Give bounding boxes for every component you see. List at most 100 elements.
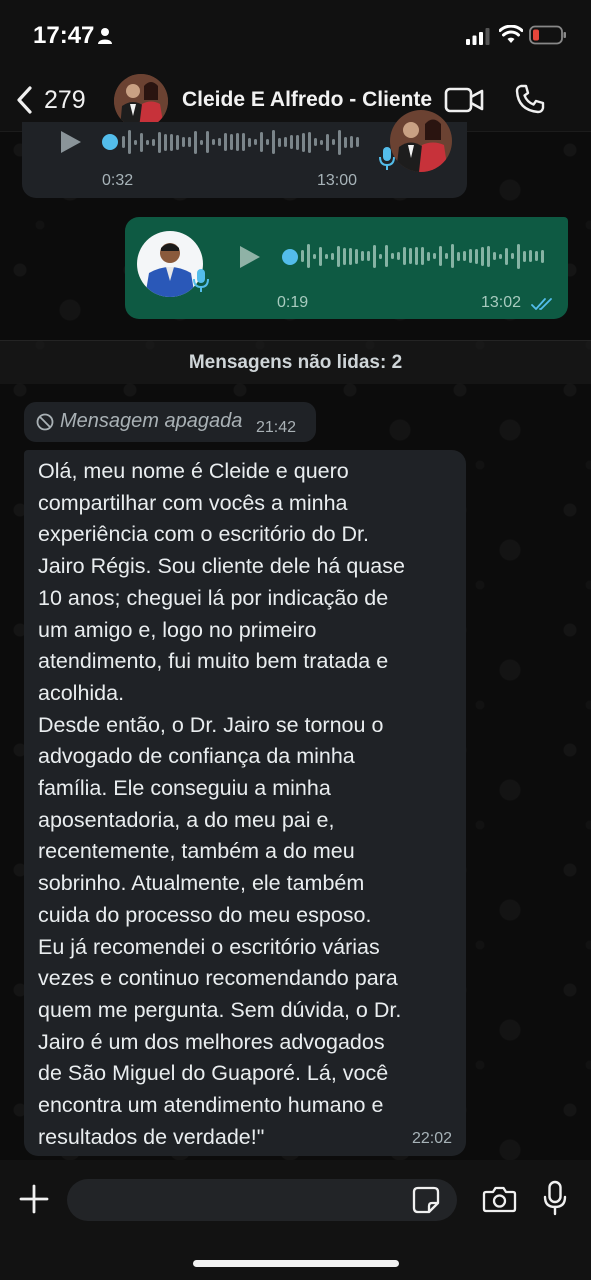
waveform-bar (230, 134, 233, 150)
unread-chats-count: 279 (44, 85, 86, 114)
waveform-bar (505, 247, 508, 265)
waveform-bar (290, 135, 293, 149)
outgoing-audio-message[interactable]: 0:19 13:02 (125, 217, 568, 319)
waveform-bar (541, 249, 544, 263)
waveform-bar (421, 247, 424, 265)
status-time: 17:47 (33, 22, 95, 49)
waveform-bar (463, 251, 466, 261)
home-indicator[interactable] (193, 1260, 399, 1267)
sender-avatar-photo (390, 110, 452, 172)
waveform-bar (343, 247, 346, 265)
waveform-bar (319, 246, 322, 266)
waveform-bar (517, 243, 520, 269)
sender-avatar (390, 110, 452, 172)
waveform-bar (409, 248, 412, 264)
waveform-bar (260, 132, 263, 152)
status-bar: 17:47 (0, 0, 591, 70)
incoming-audio-message[interactable]: 0:32 13:00 (22, 110, 467, 198)
message-input[interactable] (83, 1179, 403, 1221)
waveform-bar (403, 247, 406, 265)
message-time: 13:00 (317, 172, 358, 189)
waveform-bar (367, 251, 370, 261)
audio-waveform (122, 127, 362, 157)
waveform-bar (272, 130, 275, 154)
waveform-bar (200, 139, 203, 145)
waveform-bar (481, 246, 484, 266)
deleted-icon (36, 413, 54, 431)
contact-name[interactable]: Cleide E Alfredo - Cliente (182, 88, 432, 112)
waveform-bar (158, 131, 161, 153)
waveform-bar (122, 136, 125, 148)
waveform-bar (523, 250, 526, 262)
waveform-bar (439, 246, 442, 266)
waveform-bar (475, 248, 478, 264)
audio-duration: 0:32 (102, 172, 134, 189)
audio-waveform (301, 241, 546, 271)
waveform-bar (301, 250, 304, 262)
waveform-bar (427, 251, 430, 261)
battery-icon (529, 25, 566, 45)
message-time: 22:02 (411, 1130, 452, 1147)
unread-messages-label: Mensagens não lidas: 2 (188, 352, 403, 373)
waveform-bar (325, 253, 328, 259)
back-button[interactable]: 279 (14, 80, 86, 120)
waveform-bar (385, 245, 388, 267)
unread-messages-divider: Mensagens não lidas: 2 (0, 340, 591, 384)
waveform-bar (296, 134, 299, 150)
read-ticks-icon (531, 298, 552, 310)
deleted-message[interactable]: Mensagem apagada 21:42 (24, 402, 316, 442)
message-time: 21:42 (256, 419, 297, 436)
audio-progress-dot[interactable] (282, 249, 298, 265)
waveform-bar (236, 133, 239, 151)
waveform-bar (218, 138, 221, 146)
waveform-bar (152, 138, 155, 146)
waveform-bar (128, 130, 131, 154)
waveform-bar (535, 251, 538, 261)
play-icon[interactable] (236, 244, 262, 270)
waveform-bar (331, 252, 334, 260)
waveform-bar (487, 245, 490, 267)
video-call-icon[interactable] (444, 86, 484, 114)
waveform-bar (379, 253, 382, 259)
waveform-bar (146, 139, 149, 145)
waveform-bar (415, 247, 418, 265)
waveform-bar (349, 247, 352, 265)
play-icon[interactable] (57, 129, 83, 155)
waveform-bar (356, 137, 359, 147)
camera-icon[interactable] (482, 1184, 517, 1214)
voice-call-icon[interactable] (514, 83, 546, 115)
waveform-bar (308, 131, 311, 153)
waveform-bar (326, 133, 329, 151)
person-icon (98, 28, 112, 44)
signal-icon (466, 28, 490, 45)
waveform-bar (176, 134, 179, 150)
waveform-bar (355, 248, 358, 264)
contact-avatar[interactable] (114, 74, 168, 128)
deleted-message-text: Mensagem apagada (60, 410, 243, 432)
mic-icon[interactable] (543, 1180, 567, 1216)
waveform-bar (511, 253, 514, 259)
waveform-bar (313, 253, 316, 259)
waveform-bar (499, 253, 502, 259)
waveform-bar (361, 251, 364, 261)
incoming-text-message[interactable]: Olá, meu nome é Cleide e quero compartil… (24, 450, 466, 1156)
waveform-bar (373, 244, 376, 268)
waveform-bar (170, 133, 173, 151)
waveform-bar (242, 133, 245, 151)
waveform-bar (206, 131, 209, 153)
waveform-bar (338, 129, 341, 155)
waveform-bar (182, 137, 185, 147)
plus-icon[interactable] (19, 1184, 49, 1214)
waveform-bar (457, 251, 460, 261)
message-input-field[interactable] (67, 1179, 457, 1221)
waveform-bar (529, 250, 532, 262)
sticker-icon[interactable] (412, 1186, 440, 1214)
back-chevron-icon (17, 86, 32, 114)
waveform-bar (254, 139, 257, 145)
waveform-bar (194, 130, 197, 154)
contact-avatar-photo (114, 74, 168, 128)
audio-progress-dot[interactable] (102, 134, 118, 150)
waveform-bar (248, 137, 251, 147)
waveform-bar (445, 253, 448, 259)
audio-duration: 0:19 (277, 294, 309, 311)
